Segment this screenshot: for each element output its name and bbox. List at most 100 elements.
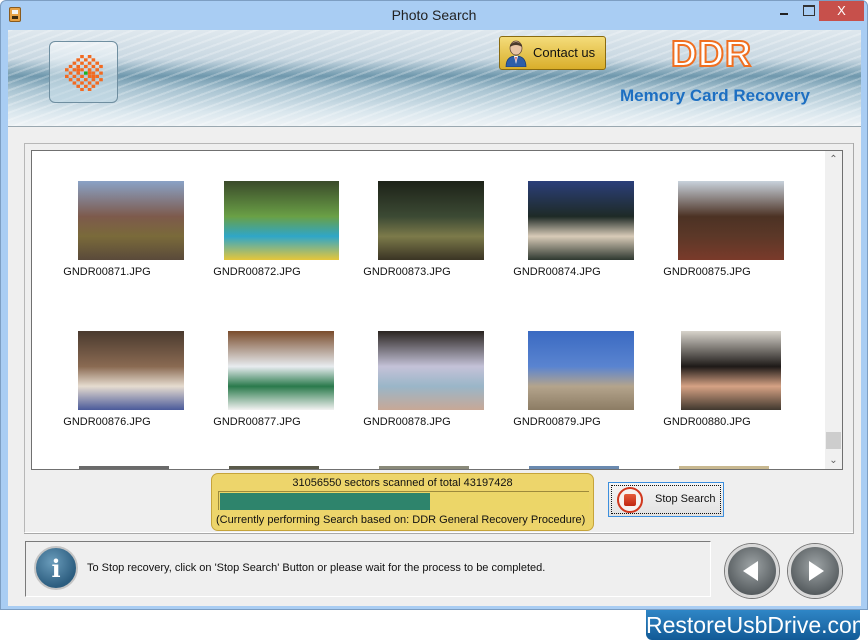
thumbnail-image[interactable]: [228, 331, 334, 410]
logo-cell: [76, 64, 80, 69]
window-title: Photo Search: [391, 7, 477, 23]
photo-thumbnail[interactable]: GNDR00875.JPG: [632, 166, 784, 286]
logo-cell: [84, 58, 88, 62]
app-logo: [49, 41, 118, 103]
logo-cell: [72, 74, 77, 78]
logo-cell: [76, 78, 80, 82]
photo-thumbnail[interactable]: GNDR00878.JPG: [332, 316, 484, 436]
logo-cell: [87, 74, 92, 78]
thumbnail-image[interactable]: [378, 331, 484, 410]
scroll-down-icon[interactable]: ⌄: [825, 452, 842, 469]
logo-cell: [65, 68, 69, 72]
logo-cell: [91, 58, 96, 62]
logo-cell: [95, 74, 99, 78]
procedure-status: (Currently performing Search based on: D…: [216, 514, 586, 526]
logo-cell: [87, 61, 92, 65]
arrow-right-icon: [809, 561, 824, 581]
logo-center-cell: [84, 71, 88, 75]
photo-thumbnail[interactable]: GNDR00880.JPG: [632, 316, 782, 436]
contact-us-button[interactable]: Contact us: [499, 36, 606, 70]
logo-cell: [76, 71, 80, 75]
logo-cell: [95, 61, 99, 65]
thumbnail-image[interactable]: [528, 181, 634, 260]
logo-cell: [84, 84, 88, 88]
thumbnail-image[interactable]: [681, 331, 781, 410]
next-button[interactable]: [788, 544, 842, 598]
photo-thumbnail[interactable]: GNDR00874.JPG: [482, 166, 634, 286]
brand-logo: DDR: [670, 32, 752, 75]
photo-thumbnail-partial[interactable]: [229, 466, 319, 469]
app-window: Photo Search X Contact us DDR Memory Car…: [0, 0, 868, 610]
photo-thumbnail[interactable]: GNDR00873.JPG: [332, 166, 484, 286]
thumbnail-image[interactable]: [378, 181, 484, 260]
product-name: Memory Card Recovery: [620, 86, 810, 105]
thumbnail-filename: GNDR00873.JPG: [363, 266, 451, 278]
back-button[interactable]: [725, 544, 779, 598]
thumbnail-filename: GNDR00876.JPG: [63, 416, 151, 428]
scrollbar-thumb[interactable]: [826, 432, 841, 449]
logo-cell: [99, 78, 103, 82]
photo-thumbnail-partial[interactable]: [79, 466, 169, 469]
client-area: Contact us DDR Memory Card Recovery GNDR…: [8, 30, 861, 606]
photo-thumbnail[interactable]: GNDR00872.JPG: [182, 166, 339, 286]
logo-cell: [76, 58, 80, 62]
logo-cell: [80, 61, 84, 65]
logo-cell: [91, 71, 96, 75]
logo-cell: [87, 55, 92, 59]
minimize-button[interactable]: [771, 1, 797, 21]
logo-cell: [80, 88, 84, 91]
logo-cell: [87, 68, 92, 72]
scroll-up-icon[interactable]: ⌃: [825, 151, 842, 168]
title-bar[interactable]: Photo Search X: [1, 1, 867, 30]
close-button[interactable]: X: [819, 1, 864, 21]
thumbnail-image[interactable]: [678, 181, 784, 260]
logo-cell: [80, 68, 84, 72]
vertical-scrollbar[interactable]: ⌃ ⌄: [825, 151, 842, 469]
stop-search-label: Stop Search: [655, 493, 716, 505]
logo-cell: [91, 78, 96, 82]
logo-cell: [99, 71, 103, 75]
progress-bar-fill: [220, 493, 431, 510]
thumbnail-image[interactable]: [223, 181, 339, 260]
thumbnail-image[interactable]: [78, 331, 184, 410]
photo-thumbnail[interactable]: GNDR00871.JPG: [32, 166, 184, 286]
logo-cell: [80, 55, 84, 59]
logo-cell: [72, 68, 77, 72]
logo-cell: [76, 68, 80, 72]
thumbnail-filename: GNDR00872.JPG: [213, 266, 301, 278]
logo-cell: [80, 74, 84, 78]
photo-thumbnail-partial[interactable]: [679, 466, 769, 469]
logo-cell: [87, 81, 92, 85]
thumbnail-filename: GNDR00875.JPG: [663, 266, 751, 278]
logo-cell: [91, 64, 96, 69]
photo-thumbnail[interactable]: GNDR00876.JPG: [32, 316, 184, 436]
photo-gallery: GNDR00871.JPG GNDR00872.JPG GNDR00873.JPG G…: [31, 150, 843, 470]
stop-icon: [617, 487, 643, 513]
progress-panel: 31056550 sectors scanned of total 431974…: [211, 473, 594, 531]
logo-cell: [72, 61, 77, 65]
arrow-left-icon: [743, 561, 758, 581]
logo-cell: [87, 71, 92, 75]
logo-cell: [68, 64, 73, 69]
logo-cell: [95, 81, 99, 85]
logo-cell: [65, 74, 69, 78]
photo-thumbnail-partial[interactable]: [529, 466, 619, 469]
info-message: To Stop recovery, click on 'Stop Search'…: [87, 562, 546, 574]
website-banner[interactable]: RestoreUsbDrive.com: [646, 610, 868, 640]
maximize-button[interactable]: [797, 1, 821, 21]
stop-search-button[interactable]: Stop Search: [608, 482, 724, 517]
photo-thumbnail-partial[interactable]: [379, 466, 469, 469]
photo-thumbnail[interactable]: GNDR00879.JPG: [482, 316, 634, 436]
logo-cell: [99, 64, 103, 69]
logo-cell: [68, 78, 73, 82]
photo-thumbnail[interactable]: GNDR00877.JPG: [182, 316, 334, 436]
logo-cell: [87, 88, 92, 91]
app-logo-icon: [65, 55, 103, 91]
logo-cell: [84, 78, 88, 82]
thumbnail-filename: GNDR00874.JPG: [513, 266, 601, 278]
thumbnail-filename: GNDR00880.JPG: [663, 416, 751, 428]
header-banner: Contact us DDR Memory Card Recovery: [8, 30, 861, 127]
thumbnail-image[interactable]: [528, 331, 634, 410]
info-icon: i: [34, 546, 78, 590]
thumbnail-image[interactable]: [78, 181, 184, 260]
